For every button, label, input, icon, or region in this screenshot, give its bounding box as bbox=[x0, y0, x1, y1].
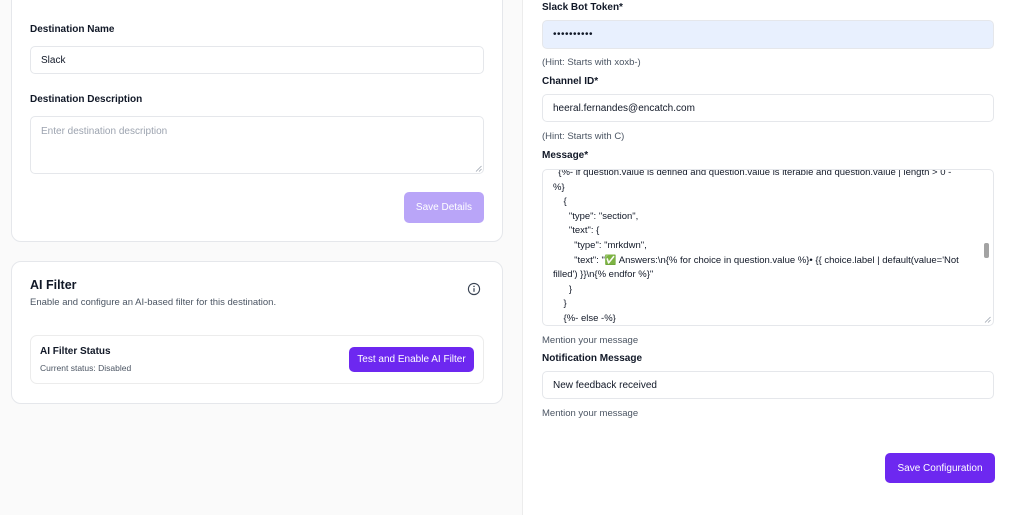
channel-id-input[interactable]: heeral.fernandes@encatch.com bbox=[542, 94, 994, 122]
channel-id-hint: (Hint: Starts with C) bbox=[542, 131, 625, 142]
destination-description-label: Destination Description bbox=[30, 94, 143, 105]
notification-message-hint: Mention your message bbox=[542, 408, 639, 419]
test-enable-ai-filter-button[interactable]: Test and Enable AI Filter bbox=[349, 347, 474, 372]
message-resize-grip-icon[interactable] bbox=[984, 316, 991, 323]
slack-bot-token-hint: (Hint: Starts with xoxb-) bbox=[542, 57, 641, 68]
save-configuration-button[interactable]: Save Configuration bbox=[885, 453, 995, 483]
slack-bot-token-input[interactable]: •••••••••• bbox=[542, 20, 994, 49]
message-code-line: {%- if question.value is defined and que… bbox=[553, 169, 952, 178]
message-code-line: } bbox=[553, 298, 567, 310]
message-label: Message* bbox=[542, 150, 589, 161]
message-code-line: { bbox=[553, 196, 567, 208]
ai-filter-status-title: AI Filter Status bbox=[40, 346, 111, 357]
channel-id-label: Channel ID* bbox=[542, 76, 599, 87]
message-code-line: "text": { bbox=[553, 225, 600, 237]
message-code-line: } bbox=[553, 283, 573, 295]
message-hint: Mention your message bbox=[542, 335, 639, 346]
message-code-line: {%- else -%} bbox=[553, 312, 616, 324]
slack-bot-token-label: Slack Bot Token* bbox=[542, 2, 623, 13]
notification-message-label: Notification Message bbox=[542, 353, 643, 364]
message-textarea[interactable]: {%- if question.value is defined and que… bbox=[542, 169, 994, 326]
destination-name-label: Destination Name bbox=[30, 24, 115, 35]
destination-name-input[interactable]: Slack bbox=[30, 46, 484, 74]
destination-description-textarea[interactable]: Enter destination description bbox=[30, 116, 484, 174]
save-details-button[interactable]: Save Details bbox=[404, 192, 484, 223]
resize-grip-icon[interactable] bbox=[475, 165, 482, 172]
message-code-line: "type": "mrkdwn", bbox=[553, 239, 647, 251]
info-icon[interactable] bbox=[467, 282, 481, 296]
message-code-line: "text": "✅ Answers:\n{% for choice in qu… bbox=[553, 254, 959, 266]
ai-filter-status-text: Current status: Disabled bbox=[40, 363, 132, 373]
notification-message-input[interactable]: New feedback received bbox=[542, 371, 994, 399]
message-code-line: %} bbox=[553, 181, 565, 193]
message-content: {%- if question.value is defined and que… bbox=[553, 169, 977, 325]
ai-filter-subtitle: Enable and configure an AI-based filter … bbox=[30, 297, 277, 308]
message-code-line: filled') }}\n{% endfor %}" bbox=[553, 269, 654, 281]
message-code-line: "type": "section", bbox=[553, 210, 639, 222]
message-scrollbar-thumb[interactable] bbox=[984, 243, 989, 258]
ai-filter-title: AI Filter bbox=[30, 278, 77, 292]
